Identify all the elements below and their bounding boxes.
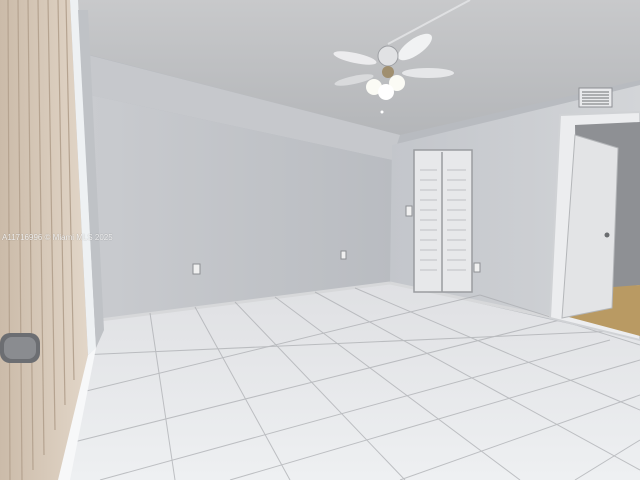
outlet-right: [473, 262, 481, 273]
room-photo: A11716996 © Miami MLS 2025: [0, 0, 640, 480]
air-vent: [578, 87, 613, 108]
door-knob: [0, 333, 40, 363]
closet: [413, 149, 473, 293]
light-switch: [405, 205, 413, 217]
outlet-back-right: [340, 250, 347, 260]
listing-watermark: A11716996 © Miami MLS 2025: [2, 233, 113, 242]
doorway: [548, 110, 640, 342]
outlet-back-left: [192, 263, 201, 275]
